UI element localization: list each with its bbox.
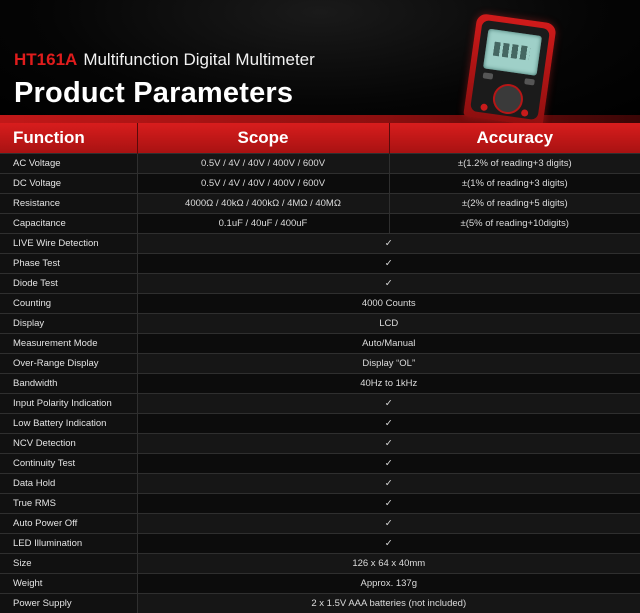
check-icon: ✓ [137, 473, 640, 494]
function-cell: Low Battery Indication [0, 413, 138, 434]
value-cell: Auto/Manual [137, 333, 640, 354]
table-row: Over-Range Display Display “OL” [0, 353, 640, 374]
check-icon: ✓ [137, 413, 640, 434]
table-row: AC Voltage 0.5V / 4V / 40V / 400V / 600V… [0, 153, 640, 174]
table-row: Data Hold ✓ [0, 473, 640, 494]
check-icon: ✓ [137, 273, 640, 294]
function-cell: Bandwidth [0, 373, 138, 394]
function-cell: Auto Power Off [0, 513, 138, 534]
function-cell: Counting [0, 293, 138, 314]
function-cell: LIVE Wire Detection [0, 233, 138, 254]
column-header-scope: Scope [137, 123, 390, 154]
check-icon: ✓ [137, 393, 640, 414]
function-cell: Input Polarity Indication [0, 393, 138, 414]
value-cell: Approx. 137g [137, 573, 640, 594]
table-row: Phase Test ✓ [0, 253, 640, 274]
function-cell: Data Hold [0, 473, 138, 494]
spec-table: Function Scope Accuracy AC Voltage 0.5V … [0, 123, 640, 613]
product-title: Multifunction Digital Multimeter [83, 50, 315, 69]
value-cell: 40Hz to 1kHz [137, 373, 640, 394]
scope-cell: 0.5V / 4V / 40V / 400V / 600V [137, 153, 390, 174]
scope-cell: 4000Ω / 40kΩ / 400kΩ / 4MΩ / 40MΩ [137, 193, 390, 214]
table-row: Bandwidth 40Hz to 1kHz [0, 373, 640, 394]
table-row: LED Illumination ✓ [0, 533, 640, 554]
table-row: Continuity Test ✓ [0, 453, 640, 474]
accuracy-cell: ±(1% of reading+3 digits) [389, 173, 640, 194]
function-cell: Phase Test [0, 253, 138, 274]
table-row: Capacitance 0.1uF / 40uF / 400uF ±(5% of… [0, 213, 640, 234]
table-row: Low Battery Indication ✓ [0, 413, 640, 434]
accuracy-cell: ±(5% of reading+10digits) [389, 213, 640, 234]
page-title: Product Parameters [14, 77, 294, 109]
function-cell: DC Voltage [0, 173, 138, 194]
check-icon: ✓ [137, 513, 640, 534]
function-cell: True RMS [0, 493, 138, 514]
function-cell: NCV Detection [0, 433, 138, 454]
function-cell: Weight [0, 573, 138, 594]
table-row: Display LCD [0, 313, 640, 334]
scope-cell: 0.5V / 4V / 40V / 400V / 600V [137, 173, 390, 194]
function-cell: Capacitance [0, 213, 138, 234]
column-header-accuracy: Accuracy [389, 123, 640, 154]
table-row: Diode Test ✓ [0, 273, 640, 294]
column-header-function: Function [0, 123, 138, 154]
table-row: True RMS ✓ [0, 493, 640, 514]
check-icon: ✓ [137, 433, 640, 454]
lcd-screen-graphic [482, 28, 543, 76]
value-cell: Display “OL” [137, 353, 640, 374]
table-row: DC Voltage 0.5V / 4V / 40V / 400V / 600V… [0, 173, 640, 194]
table-row: Auto Power Off ✓ [0, 513, 640, 534]
table-row: Counting 4000 Counts [0, 293, 640, 314]
table-row: Weight Approx. 137g [0, 573, 640, 594]
dial-knob-graphic [491, 82, 525, 116]
scope-cell: 0.1uF / 40uF / 400uF [137, 213, 390, 234]
table-header-row: Function Scope Accuracy [0, 123, 640, 154]
function-cell: Continuity Test [0, 453, 138, 474]
table-row: Power Supply 2 x 1.5V AAA batteries (not… [0, 593, 640, 613]
product-line: HT161A Multifunction Digital Multimeter [14, 50, 315, 70]
check-icon: ✓ [137, 253, 640, 274]
heading-underline [0, 115, 640, 123]
value-cell: 126 x 64 x 40mm [137, 553, 640, 574]
check-icon: ✓ [137, 493, 640, 514]
value-cell: LCD [137, 313, 640, 334]
check-icon: ✓ [137, 533, 640, 554]
check-icon: ✓ [137, 233, 640, 254]
function-cell: Diode Test [0, 273, 138, 294]
model-code: HT161A [14, 50, 78, 69]
multimeter-image [463, 12, 557, 123]
table-row: NCV Detection ✓ [0, 433, 640, 454]
table-row: LIVE Wire Detection ✓ [0, 233, 640, 254]
value-cell: 2 x 1.5V AAA batteries (not included) [137, 593, 640, 613]
accuracy-cell: ±(2% of reading+5 digits) [389, 193, 640, 214]
table-row: Resistance 4000Ω / 40kΩ / 400kΩ / 4MΩ / … [0, 193, 640, 214]
function-cell: Size [0, 553, 138, 574]
function-cell: LED Illumination [0, 533, 138, 554]
table-row: Size 126 x 64 x 40mm [0, 553, 640, 574]
check-icon: ✓ [137, 453, 640, 474]
hero-banner: HT161A Multifunction Digital Multimeter P… [0, 0, 640, 123]
accuracy-cell: ±(1.2% of reading+3 digits) [389, 153, 640, 174]
function-cell: Over-Range Display [0, 353, 138, 374]
function-cell: Display [0, 313, 138, 334]
table-row: Input Polarity Indication ✓ [0, 393, 640, 414]
function-cell: AC Voltage [0, 153, 138, 174]
function-cell: Measurement Mode [0, 333, 138, 354]
function-cell: Power Supply [0, 593, 138, 613]
value-cell: 4000 Counts [137, 293, 640, 314]
function-cell: Resistance [0, 193, 138, 214]
table-row: Measurement Mode Auto/Manual [0, 333, 640, 354]
